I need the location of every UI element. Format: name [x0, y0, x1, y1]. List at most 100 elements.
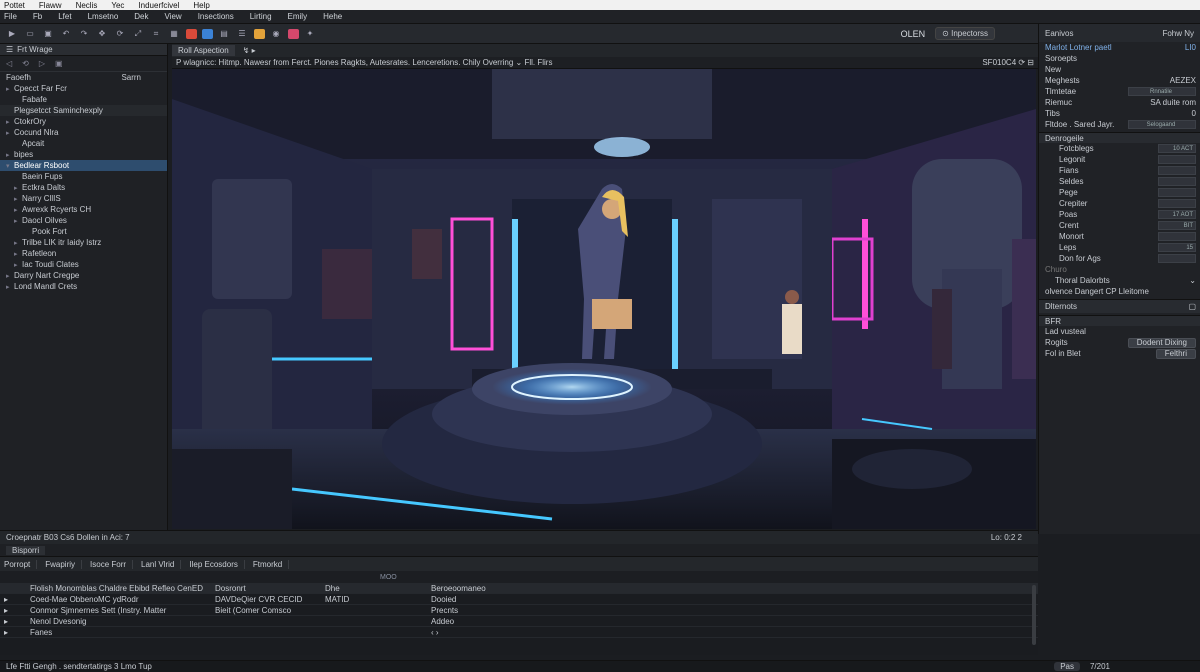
refresh-icon[interactable]: ⟲: [22, 59, 29, 68]
inspector-row[interactable]: Tlmtetae Rnnatile: [1039, 86, 1200, 97]
inspector-tab-right[interactable]: Fohw Ny: [1162, 29, 1194, 38]
inspector-row[interactable]: Meghests AEZEX: [1039, 75, 1200, 86]
grid-column-header[interactable]: Dhe: [325, 584, 431, 593]
tree-item[interactable]: ▸ Narry CllIS: [0, 193, 167, 204]
rotate-icon[interactable]: ⟳: [114, 28, 126, 40]
chevron-icon[interactable]: ▸: [6, 118, 14, 126]
chevron-icon[interactable]: ▸: [14, 195, 22, 203]
property-field[interactable]: 17 AOT: [1158, 210, 1196, 219]
menu-item[interactable]: File: [4, 12, 17, 21]
tree-item[interactable]: Baein Fups: [0, 171, 167, 182]
expand-icon[interactable]: ▸: [0, 628, 30, 637]
save-icon[interactable]: ▣: [42, 28, 54, 40]
chevron-icon[interactable]: ▸: [6, 129, 14, 137]
table-row[interactable]: ▸ Nenol Dvesonig Addeo: [0, 616, 1038, 627]
rogis-button[interactable]: Dodent Dixing: [1127, 337, 1196, 348]
tree-item[interactable]: ▸ Rafetleon: [0, 248, 167, 259]
inspector-row-value[interactable]: Rnnatile: [1128, 87, 1196, 96]
tree-item[interactable]: ▾ Bedlear Rsboot: [0, 160, 167, 171]
property-field[interactable]: 10 ACT: [1158, 144, 1196, 153]
grid-column-header[interactable]: Beroeoomaneo: [431, 584, 1031, 593]
property-field[interactable]: [1158, 177, 1196, 186]
folder-icon[interactable]: ▭: [24, 28, 36, 40]
blue-tool-icon[interactable]: [202, 28, 213, 39]
lad-row[interactable]: Lad vusteal: [1039, 326, 1200, 337]
inspector-section[interactable]: Denrogeile: [1039, 132, 1200, 143]
tree-item[interactable]: ▸ Darry Nart Cregpe: [0, 270, 167, 281]
camera-icon[interactable]: ◉: [270, 28, 282, 40]
pink-tool-icon[interactable]: [288, 28, 299, 39]
tree-item[interactable]: Apcait: [0, 138, 167, 149]
snap-icon[interactable]: ⌗: [150, 28, 162, 40]
tree-item[interactable]: ▸ Iac Toudi Clates: [0, 259, 167, 270]
viewport-tab[interactable]: Roll Aspection: [172, 45, 235, 56]
menu-item[interactable]: Hehe: [323, 12, 342, 21]
inspector-row[interactable]: Riemuc SA duite rom: [1039, 97, 1200, 108]
move-icon[interactable]: ✥: [96, 28, 108, 40]
chevron-icon[interactable]: ▸: [14, 206, 22, 214]
orange-tool-icon[interactable]: [254, 28, 265, 39]
bottom-tab[interactable]: Bisporri: [6, 545, 46, 555]
chevron-icon[interactable]: ▾: [6, 162, 14, 170]
fol-button[interactable]: Felthri: [1155, 348, 1196, 359]
thoral-row[interactable]: Thoral Dalorbts ⌄: [1039, 275, 1200, 286]
table-row[interactable]: ▸ Conmor Sjmnernes Sett (Instry. Matter Bi…: [0, 605, 1038, 616]
property-field[interactable]: [1158, 199, 1196, 208]
tree-item[interactable]: ▸ Cocund Nlra: [0, 127, 167, 138]
hierarchy-header-right[interactable]: Sarrn: [121, 73, 141, 82]
undo-icon[interactable]: ↶: [60, 28, 72, 40]
chevron-icon[interactable]: ▸: [14, 184, 22, 192]
property-field[interactable]: BIT: [1158, 221, 1196, 230]
status-pill[interactable]: Pas: [1054, 662, 1080, 671]
title-menu-item[interactable]: Induerfcivel: [138, 1, 179, 10]
menu-item[interactable]: Dek: [134, 12, 148, 21]
tree-item[interactable]: ▸ Ectkra Dalts: [0, 182, 167, 193]
tree-item[interactable]: Fabafe: [0, 94, 167, 105]
viewport-controls[interactable]: ↯ ▸: [243, 46, 256, 55]
grid-column-header[interactable]: Flolish Monomblas Chaldre Ebibd Refleo C…: [30, 584, 215, 593]
grid-icon[interactable]: ▦: [168, 28, 180, 40]
tree-item[interactable]: Plegsetcct Saminchexply: [0, 105, 167, 116]
menu-item[interactable]: Insections: [198, 12, 234, 21]
tree-item[interactable]: ▸ Awrexk Rcyerts CH: [0, 204, 167, 215]
bottom-tool-button[interactable]: Porropt: [4, 559, 38, 569]
menu-item[interactable]: Fb: [33, 12, 42, 21]
internets-row[interactable]: Dlternots ▢: [1039, 299, 1200, 313]
chevron-icon[interactable]: ▸: [6, 272, 14, 280]
forward-icon[interactable]: ▷: [39, 59, 45, 68]
chevron-icon[interactable]: ▸: [14, 261, 22, 269]
filter-icon[interactable]: ▣: [55, 59, 63, 68]
tree-item[interactable]: Pook Fort: [0, 226, 167, 237]
tree-item[interactable]: ▸ Cpecct Far Fcr: [0, 83, 167, 94]
filter-chip[interactable]: MOO: [380, 574, 397, 581]
menu-item[interactable]: View: [165, 12, 182, 21]
red-tool-icon[interactable]: [186, 28, 197, 39]
property-field[interactable]: [1158, 254, 1196, 263]
ofence-row[interactable]: olvence Dangert CP Lleitome: [1039, 286, 1200, 297]
tree-item[interactable]: ▸ CtokrOry: [0, 116, 167, 127]
expand-icon[interactable]: ▸: [0, 595, 30, 604]
bfr-row[interactable]: BFR: [1039, 315, 1200, 326]
scene-viewport[interactable]: [172, 69, 1036, 529]
bottom-tool-button[interactable]: Fwapiriy: [45, 559, 83, 569]
menu-item[interactable]: Emily: [288, 12, 308, 21]
menu-item[interactable]: Lmsetno: [88, 12, 119, 21]
play-icon[interactable]: ▶: [6, 28, 18, 40]
bottom-tool-button[interactable]: Ilep Ecosdors: [189, 559, 245, 569]
title-menu-item[interactable]: Help: [193, 1, 209, 10]
chevron-icon[interactable]: ▸: [14, 217, 22, 225]
layers-icon[interactable]: ☰: [236, 28, 248, 40]
menu-item[interactable]: Lfet: [58, 12, 71, 21]
layout-icon[interactable]: ▤: [218, 28, 230, 40]
inspector-row[interactable]: Soroepts: [1039, 53, 1200, 64]
title-menu-item[interactable]: Pottet: [4, 1, 25, 10]
tree-item[interactable]: ▸ Trilbe LIK itr Iaidy Istrz: [0, 237, 167, 248]
chevron-icon[interactable]: ▸: [6, 151, 14, 159]
property-field[interactable]: 15: [1158, 243, 1196, 252]
tree-item[interactable]: ▸ Daocl Oilves: [0, 215, 167, 226]
title-menu-item[interactable]: Yec: [111, 1, 124, 10]
chevron-icon[interactable]: ▸: [6, 85, 14, 93]
expand-icon[interactable]: ▸: [0, 606, 30, 615]
add-icon[interactable]: ▢: [1188, 302, 1196, 311]
table-row[interactable]: ▸ Coed-Mae ObbenoMC ydRodr DAVDeQier CVR C…: [0, 594, 1038, 605]
